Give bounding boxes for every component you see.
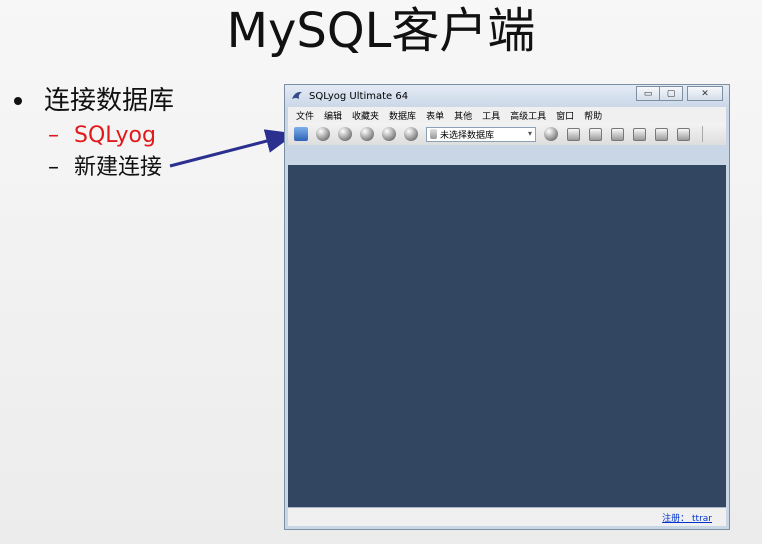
sqlyog-window: SQLyog Ultimate 64 ▭ ▢ ✕ 文件 编辑 收藏夹 数据库 表… [284,84,730,530]
table-button[interactable] [674,125,692,143]
menu-database[interactable]: 数据库 [389,109,416,122]
disconnect-button[interactable] [314,125,332,143]
user-icon [544,127,558,141]
db-copy-icon [610,127,624,141]
dolphin-app-icon [292,91,302,99]
menu-other[interactable]: 其他 [454,109,472,122]
menu-bar: 文件 编辑 收藏夹 数据库 表单 其他 工具 高级工具 窗口 帮助 [288,107,726,123]
menu-help[interactable]: 帮助 [584,109,602,122]
schema-button[interactable] [630,125,648,143]
user-button[interactable] [542,125,560,143]
menu-table[interactable]: 表单 [426,109,444,122]
title-bar[interactable]: SQLyog Ultimate 64 ▭ ▢ ✕ [285,85,729,107]
db-add-icon [566,127,580,141]
execute-all-button[interactable] [358,125,376,143]
workspace-area[interactable] [288,165,726,507]
execute-all-icon [360,127,374,141]
menu-tools[interactable]: 工具 [482,109,500,122]
chevron-down-icon: ▾ [527,128,532,138]
execute-query-button[interactable] [336,125,354,143]
disconnect-icon [316,127,330,141]
stop-button[interactable] [380,125,398,143]
stop-icon [382,127,396,141]
toolbar: 未选择数据库 ▾ [288,123,726,145]
menu-window[interactable]: 窗口 [556,109,574,122]
menu-favorites[interactable]: 收藏夹 [352,109,379,122]
db-add-button[interactable] [564,125,582,143]
close-button[interactable]: ✕ [687,86,723,101]
grid-icon [654,127,668,141]
table-icon [676,127,690,141]
minimize-button[interactable]: ▭ [636,86,660,101]
database-select[interactable]: 未选择数据库 ▾ [426,126,536,142]
menu-edit[interactable]: 编辑 [324,109,342,122]
db-table-button[interactable] [586,125,604,143]
window-controls: ▭ ▢ ✕ [636,86,723,101]
maximize-button[interactable]: ▢ [659,86,683,101]
schema-icon [632,127,646,141]
registration-link[interactable]: 注册： ttrar [662,511,712,524]
db-copy-button[interactable] [608,125,626,143]
refresh-icon [404,127,418,141]
db-table-icon [588,127,602,141]
grid-button[interactable] [652,125,670,143]
toolbar-separator [702,126,703,142]
menu-file[interactable]: 文件 [296,109,314,122]
execute-query-icon [338,127,352,141]
refresh-button[interactable] [402,125,420,143]
status-bar: 注册： ttrar [288,507,726,526]
menu-advanced-tools[interactable]: 高级工具 [510,109,546,122]
database-icon [430,129,437,139]
new-connection-icon [294,127,308,141]
database-select-value: 未选择数据库 [440,130,495,141]
toolbar-strip [288,145,726,165]
new-connection-button[interactable] [292,125,310,143]
window-title: SQLyog Ultimate 64 [309,90,409,102]
